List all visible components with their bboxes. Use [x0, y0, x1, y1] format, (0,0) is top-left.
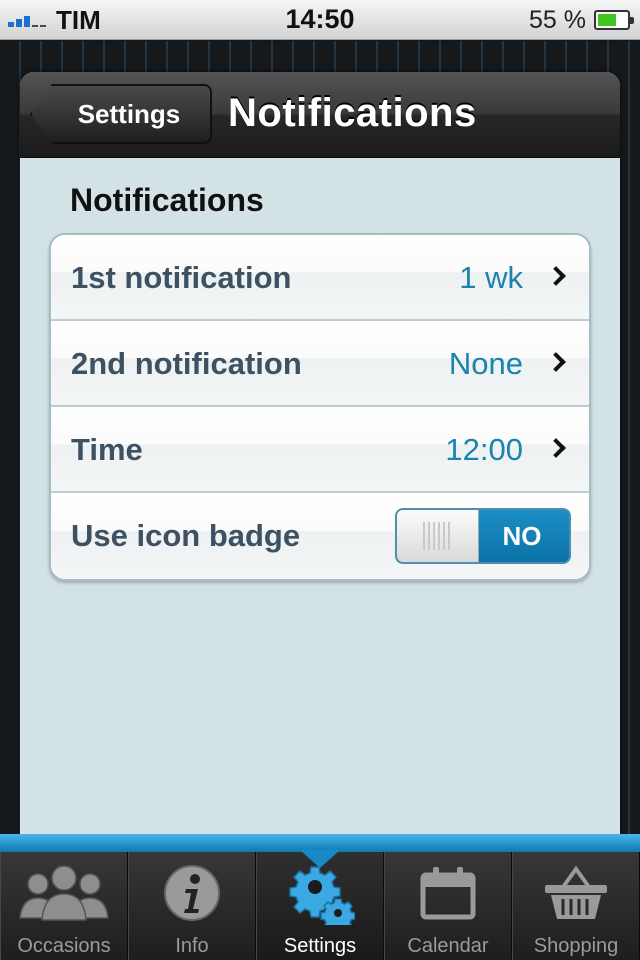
- row-value: 12:00: [445, 432, 523, 467]
- row-1st-notification[interactable]: 1st notification 1 wk: [51, 235, 589, 321]
- settings-card: Settings Notifications Notifications 1st…: [20, 72, 620, 842]
- toggle-state-label: NO: [502, 521, 542, 551]
- row-label: Time: [71, 432, 143, 467]
- tab-bar: Occasions Info Settings Calendar Shoppin…: [0, 834, 640, 960]
- active-tab-pointer: [300, 850, 340, 868]
- info-icon: [129, 860, 255, 926]
- toggle-knob[interactable]: [397, 510, 479, 562]
- status-bar: TIM 14:50 55 %: [0, 0, 640, 40]
- tab-shopping[interactable]: Shopping: [512, 852, 640, 960]
- row-value: 1 wk: [459, 260, 523, 295]
- carrier: TIM: [8, 4, 101, 35]
- navigation-bar: Settings Notifications: [20, 72, 620, 158]
- settings-group: 1st notification 1 wk 2nd notification N…: [49, 233, 591, 581]
- signal-icon: [8, 13, 48, 27]
- chevron-right-icon: [546, 266, 566, 286]
- tab-label: Shopping: [533, 935, 619, 957]
- row-2nd-notification[interactable]: 2nd notification None: [51, 321, 589, 407]
- battery-percent: 55 %: [529, 6, 586, 34]
- tab-occasions[interactable]: Occasions: [0, 852, 128, 960]
- battery-icon: [594, 10, 634, 30]
- tab-info[interactable]: Info: [128, 852, 256, 960]
- tab-settings[interactable]: Settings: [256, 852, 384, 960]
- row-label: 2nd notification: [71, 346, 302, 381]
- chevron-right-icon: [546, 352, 566, 372]
- row-use-icon-badge: Use icon badge NO: [51, 493, 589, 579]
- basket-icon: [513, 860, 639, 926]
- battery-fill: [598, 14, 616, 26]
- calendar-icon: [385, 860, 511, 926]
- row-label: Use icon badge: [71, 518, 301, 553]
- carrier-name: TIM: [56, 4, 101, 35]
- section-header: Notifications: [70, 182, 264, 218]
- people-icon: [1, 860, 127, 926]
- row-value: None: [448, 346, 523, 381]
- tab-label: Occasions: [17, 935, 111, 957]
- tab-label: Settings: [283, 935, 357, 957]
- icon-badge-toggle[interactable]: NO: [395, 508, 571, 564]
- gears-icon: [257, 860, 383, 926]
- tab-label: Info: [175, 935, 209, 957]
- tab-label: Calendar: [407, 935, 489, 957]
- page-title: Notifications: [228, 91, 477, 135]
- chevron-right-icon: [546, 438, 566, 458]
- tab-calendar[interactable]: Calendar: [384, 852, 512, 960]
- row-label: 1st notification: [71, 260, 292, 295]
- back-button[interactable]: Settings: [30, 84, 212, 144]
- row-time[interactable]: Time 12:00: [51, 407, 589, 493]
